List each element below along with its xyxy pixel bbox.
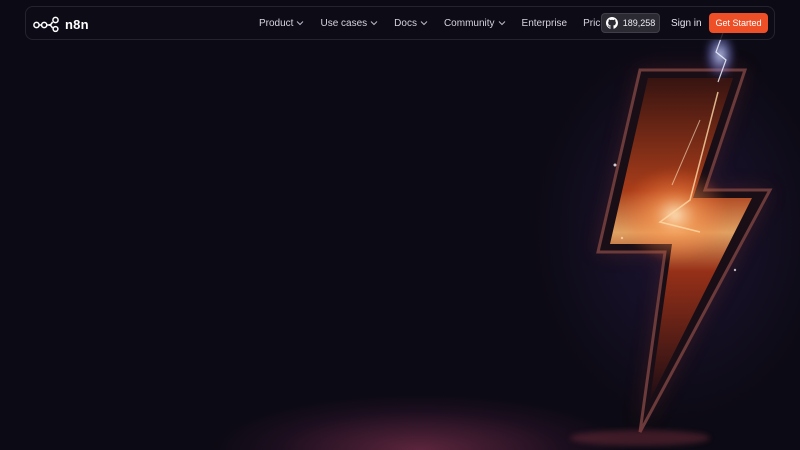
- nav-item-product[interactable]: Product: [259, 18, 304, 29]
- nav-item-docs[interactable]: Docs: [394, 18, 428, 29]
- nav-item-use-cases[interactable]: Use cases: [320, 18, 378, 29]
- chevron-down-icon: [420, 21, 428, 26]
- nav-item-label: Product: [259, 17, 294, 29]
- chevron-down-icon: [498, 21, 505, 26]
- n8n-nodes-logo-icon: [33, 16, 59, 33]
- get-started-button[interactable]: Get Started: [709, 13, 768, 33]
- nav-item-label: Enterprise: [521, 17, 568, 29]
- landing-page: n8n Product Use cases Docs Community Ent…: [0, 0, 800, 450]
- lightning-bolt-icon: [570, 29, 773, 446]
- nav-item-label: Use cases: [320, 17, 368, 29]
- brand-name: n8n: [65, 16, 89, 32]
- github-icon: [605, 17, 618, 29]
- nav-item-label: Community: [443, 17, 495, 29]
- nav-item-community[interactable]: Community: [444, 18, 506, 29]
- nav-item-enterprise[interactable]: Enterprise: [522, 18, 568, 29]
- github-stars-count: 189,258: [622, 18, 656, 28]
- brand-logo[interactable]: n8n: [33, 14, 89, 34]
- github-stars-button[interactable]: 189,258: [601, 13, 660, 33]
- sign-in-link[interactable]: Sign in: [671, 7, 702, 39]
- main-nav-menu: Product Use cases Docs Community Enterpr…: [259, 7, 614, 39]
- chevron-down-icon: [297, 21, 304, 26]
- top-navbar: n8n Product Use cases Docs Community Ent…: [25, 6, 775, 40]
- nav-item-label: Docs: [394, 17, 417, 29]
- chevron-down-icon: [370, 21, 378, 26]
